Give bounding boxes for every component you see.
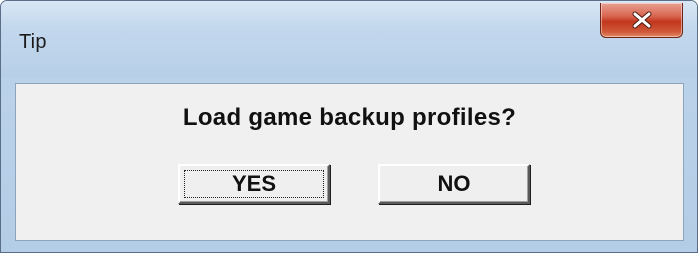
- window-title: Tip: [19, 31, 47, 53]
- dialog-body: Load game backup profiles? YES NO: [15, 83, 684, 241]
- title-bar[interactable]: Tip: [1, 1, 697, 77]
- no-button-label: NO: [437, 171, 471, 196]
- yes-button[interactable]: YES: [178, 164, 330, 204]
- close-icon: [601, 3, 682, 37]
- dialog-window: Tip Load game backup profiles? YES NO: [0, 0, 698, 253]
- no-button[interactable]: NO: [378, 164, 530, 204]
- yes-button-label: YES: [231, 171, 277, 196]
- close-button[interactable]: [600, 3, 683, 38]
- dialog-message: Load game backup profiles?: [182, 104, 517, 131]
